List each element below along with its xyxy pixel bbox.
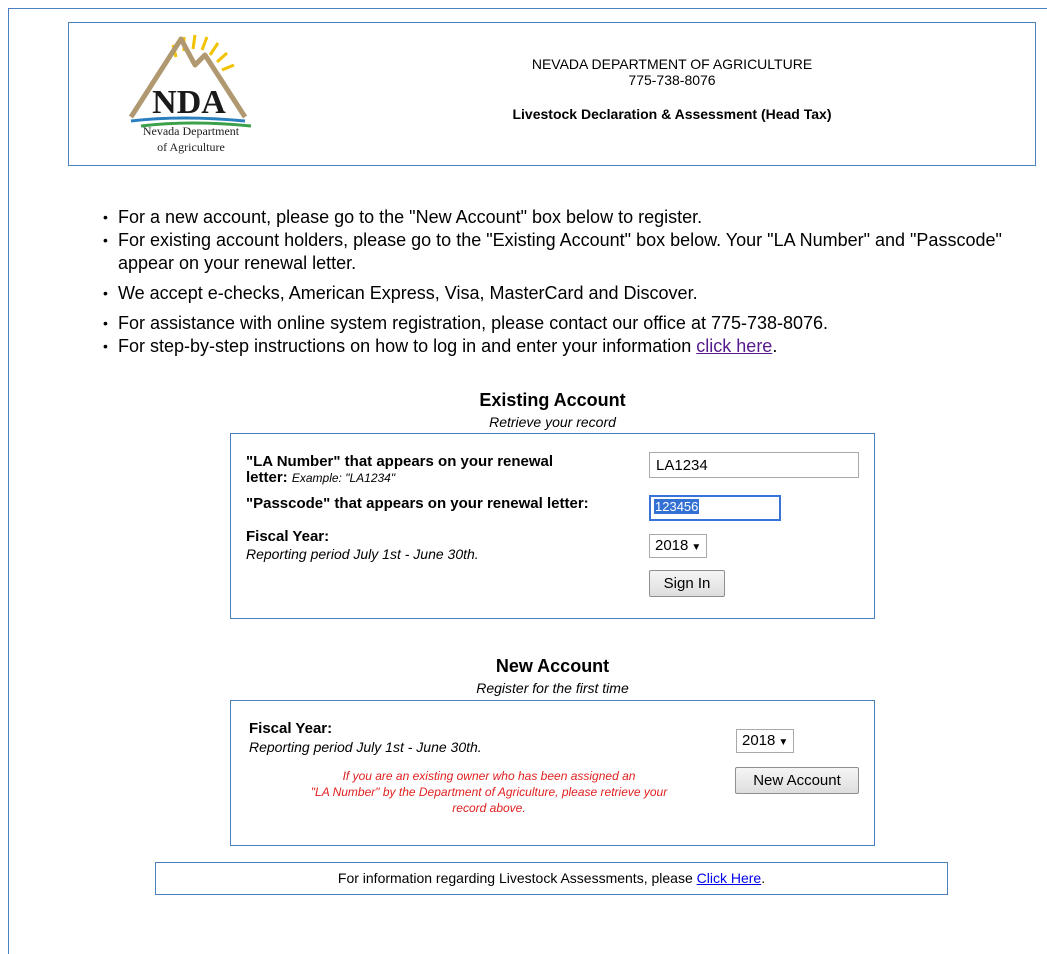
instructions-link[interactable]: click here [696,336,772,356]
org-phone: 775-738-8076 [628,72,716,88]
sign-in-button[interactable]: Sign In [649,570,725,597]
header-box: NDA Nevada Department of Agriculture NEV… [68,22,1036,166]
logo-text: NDA [152,84,226,121]
list-item: For a new account, please go to the "New… [100,206,1040,229]
existing-account-subtitle: Retrieve your record [489,414,616,430]
frame-top-border [8,8,1047,9]
existing-owner-note: If you are an existing owner who has bee… [310,769,668,815]
logo-caption: Nevada Department of Agriculture [142,124,240,154]
chevron-down-icon: ▼ [691,542,702,553]
list-item: For existing account holders, please go … [100,229,1040,275]
passcode-label: "Passcode" that appears on your renewal … [246,495,589,512]
passcode-value: 123456 [654,499,700,514]
fiscal-year-label: Fiscal Year: [249,720,333,737]
la-number-example: Example: "LA1234" [291,471,396,485]
existing-account-title: Existing Account [479,390,626,410]
fiscal-year-select[interactable]: 2018 ▼ [649,534,708,558]
existing-account-box: "LA Number" that appears on your renewal… [230,433,875,619]
fiscal-year-subtext: Reporting period July 1st - June 30th. [249,739,482,755]
org-name: NEVADA DEPARTMENT OF AGRICULTURE [531,56,813,72]
header-text: NEVADA DEPARTMENT OF AGRICULTURE 775-738… [309,56,1035,122]
new-account-button[interactable]: New Account [735,767,859,794]
list-item: We accept e-checks, American Express, Vi… [100,282,1040,305]
new-account-box: Fiscal Year: Reporting period July 1st -… [230,700,875,846]
fiscal-year-subtext: Reporting period July 1st - June 30th. [246,546,479,562]
chevron-down-icon: ▼ [778,737,789,748]
passcode-input[interactable]: 123456 [649,495,781,521]
frame-left-border [8,8,9,954]
fiscal-year-select[interactable]: 2018 ▼ [736,729,795,753]
list-item: For assistance with online system regist… [100,312,1040,335]
livestock-info-link[interactable]: Click Here [697,870,762,886]
page-title: Livestock Declaration & Assessment (Head… [512,106,832,122]
la-number-label: "LA Number" that appears on your renewal… [246,453,554,486]
new-account-subtitle: Register for the first time [476,680,629,696]
la-number-input[interactable] [649,452,859,478]
info-list: For a new account, please go to the "New… [100,206,1040,358]
fiscal-year-label: Fiscal Year: [246,528,330,545]
footer-box: For information regarding Livestock Asse… [155,862,948,895]
new-account-title: New Account [495,656,610,676]
list-item: For step-by-step instructions on how to … [100,335,1040,358]
